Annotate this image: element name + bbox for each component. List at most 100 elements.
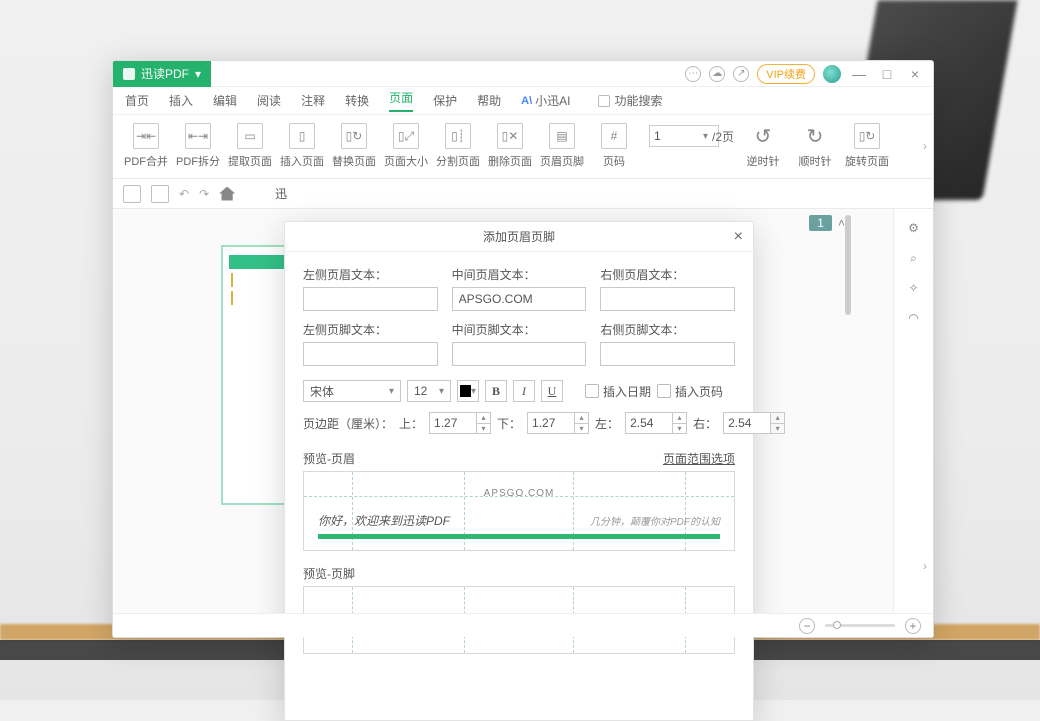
preview-footer-label: 预览-页脚 bbox=[303, 565, 355, 582]
maximize-button[interactable]: □ bbox=[877, 66, 897, 82]
spinner-arrows[interactable]: ▴▾ bbox=[673, 412, 687, 434]
redo-icon[interactable]: ↷ bbox=[199, 187, 209, 201]
ribbon-delete-page[interactable]: ▯✕删除页面 bbox=[487, 123, 533, 169]
page-badge: 1 bbox=[809, 215, 832, 231]
preview-green-bar bbox=[318, 534, 720, 539]
ribbon-merge[interactable]: ⇥⇤PDF合并 bbox=[123, 123, 169, 169]
margin-label: 页边距（厘米）： bbox=[303, 415, 393, 432]
document-viewport: 1 ˄ 添加页眉页脚 × 左侧页眉文本： 中间页眉文本： 右侧页眉文本： bbox=[113, 209, 893, 613]
chevron-down-icon: ▾ bbox=[471, 386, 476, 397]
left-footer-input[interactable] bbox=[303, 342, 438, 366]
ribbon-extract[interactable]: ▭提取页面 bbox=[227, 123, 273, 169]
titlebar: 迅读PDF ▾ ⋯ ☁ ↗ VIP续费 — □ × bbox=[113, 61, 933, 87]
function-search[interactable]: 功能搜索 bbox=[598, 92, 662, 109]
spinner-arrows[interactable]: ▴▾ bbox=[771, 412, 785, 434]
header-footer-dialog: 添加页眉页脚 × 左侧页眉文本： 中间页眉文本： 右侧页眉文本： 左侧页脚文本：… bbox=[284, 221, 754, 721]
tab-page[interactable]: 页面 bbox=[389, 89, 413, 112]
ribbon-more-icon[interactable]: › bbox=[923, 139, 927, 153]
search-icon bbox=[598, 95, 610, 107]
margin-left-input[interactable] bbox=[625, 412, 673, 434]
left-header-input[interactable] bbox=[303, 287, 438, 311]
search-icon[interactable]: ⌕ bbox=[905, 249, 923, 267]
margin-right-input[interactable] bbox=[723, 412, 771, 434]
cloud-icon[interactable]: ☁ bbox=[709, 66, 725, 82]
vertical-scrollbar[interactable] bbox=[843, 209, 853, 613]
dialog-close-button[interactable]: × bbox=[734, 228, 743, 246]
underline-button[interactable]: U bbox=[541, 380, 563, 402]
dropdown-icon[interactable]: ▾ bbox=[703, 131, 708, 142]
margin-top-input[interactable] bbox=[429, 412, 477, 434]
margin-bottom-input[interactable] bbox=[527, 412, 575, 434]
doc-tab-name[interactable]: 迅 bbox=[275, 185, 287, 202]
zoom-slider[interactable] bbox=[825, 624, 895, 627]
chat-icon[interactable]: ⋯ bbox=[685, 66, 701, 82]
tab-protect[interactable]: 保护 bbox=[433, 92, 457, 109]
insert-pagenum-button[interactable]: 插入页码 bbox=[657, 383, 723, 400]
ribbon-page-number[interactable]: #页码 bbox=[591, 123, 637, 169]
page-current-input[interactable] bbox=[649, 125, 719, 147]
brand-dropdown-icon[interactable]: ▾ bbox=[195, 67, 201, 81]
open-icon[interactable] bbox=[123, 185, 141, 203]
close-button[interactable]: × bbox=[905, 66, 925, 82]
brand-tab[interactable]: 迅读PDF ▾ bbox=[113, 61, 211, 87]
ai-button[interactable]: A\小迅AI bbox=[521, 92, 570, 109]
page-indicator: 1 ˄ bbox=[809, 215, 845, 231]
color-picker[interactable]: ▾ bbox=[457, 380, 479, 402]
mid-footer-label: 中间页脚文本： bbox=[452, 321, 587, 338]
app-logo-icon bbox=[123, 68, 135, 80]
settings-icon[interactable]: ⚙ bbox=[905, 219, 923, 237]
save-icon[interactable] bbox=[151, 185, 169, 203]
vip-pill[interactable]: VIP续费 bbox=[757, 64, 815, 84]
page-range-option[interactable]: 页面范围选项 bbox=[663, 450, 735, 467]
page-number-box: ▾ /2页 bbox=[649, 123, 734, 149]
spinner-arrows[interactable]: ▴▾ bbox=[477, 412, 491, 434]
user-avatar[interactable] bbox=[823, 65, 841, 83]
ribbon-split-page[interactable]: ▯┊分割页面 bbox=[435, 123, 481, 169]
brand-name: 迅读PDF bbox=[141, 65, 189, 82]
chevron-down-icon: ▾ bbox=[389, 386, 394, 397]
mid-header-input[interactable] bbox=[452, 287, 587, 311]
spinner-arrows[interactable]: ▴▾ bbox=[575, 412, 589, 434]
zoom-in-button[interactable]: + bbox=[905, 618, 921, 634]
ribbon-split[interactable]: ⇤⇥PDF拆分 bbox=[175, 123, 221, 169]
zoom-out-button[interactable]: − bbox=[799, 618, 815, 634]
ribbon-page-size[interactable]: ▯⤢页面大小 bbox=[383, 123, 429, 169]
preview-header-label: 预览-页眉 bbox=[303, 450, 355, 467]
tab-convert[interactable]: 转换 bbox=[345, 92, 369, 109]
dialog-title: 添加页眉页脚 × bbox=[285, 222, 753, 252]
tab-home[interactable]: 首页 bbox=[125, 92, 149, 109]
ribbon-rotate-cw[interactable]: ↻顺时针 bbox=[792, 123, 838, 169]
right-footer-label: 右侧页脚文本： bbox=[600, 321, 735, 338]
ribbon-header-footer[interactable]: ▤页眉页脚 bbox=[539, 123, 585, 169]
fontsize-select[interactable]: 12▾ bbox=[407, 380, 451, 402]
home-icon[interactable] bbox=[219, 187, 235, 201]
tab-insert[interactable]: 插入 bbox=[169, 92, 193, 109]
preview-welcome: 你好，欢迎来到迅读PDF 几分钟，颠覆你对PDF的认知 bbox=[318, 512, 720, 529]
italic-button[interactable]: I bbox=[513, 380, 535, 402]
right-footer-input[interactable] bbox=[600, 342, 735, 366]
ribbon-replace-page[interactable]: ▯↻替换页面 bbox=[331, 123, 377, 169]
lasso-icon[interactable]: ◠ bbox=[905, 309, 923, 327]
left-header-label: 左侧页眉文本： bbox=[303, 266, 438, 283]
tab-read[interactable]: 阅读 bbox=[257, 92, 281, 109]
page-icon bbox=[657, 384, 671, 398]
minimize-button[interactable]: — bbox=[849, 66, 869, 82]
bold-button[interactable]: B bbox=[485, 380, 507, 402]
sidebar-more-icon[interactable]: › bbox=[923, 559, 927, 573]
insert-date-button[interactable]: 插入日期 bbox=[585, 383, 651, 400]
undo-icon[interactable]: ↶ bbox=[179, 187, 189, 201]
right-sidebar: ⚙ ⌕ ✧ ◠ bbox=[893, 209, 933, 613]
font-select[interactable]: 宋体▾ bbox=[303, 380, 401, 402]
magic-icon[interactable]: ✧ bbox=[905, 279, 923, 297]
mid-footer-input[interactable] bbox=[452, 342, 587, 366]
share-icon[interactable]: ↗ bbox=[733, 66, 749, 82]
mid-header-label: 中间页眉文本： bbox=[452, 266, 587, 283]
ribbon-rotate-ccw[interactable]: ↺逆时针 bbox=[740, 123, 786, 169]
tab-annotate[interactable]: 注释 bbox=[301, 92, 325, 109]
ribbon-insert-page[interactable]: ▯插入页面 bbox=[279, 123, 325, 169]
tab-help[interactable]: 帮助 bbox=[477, 92, 501, 109]
zoom-knob[interactable] bbox=[833, 621, 841, 629]
tab-edit[interactable]: 编辑 bbox=[213, 92, 237, 109]
right-header-input[interactable] bbox=[600, 287, 735, 311]
ribbon-rotate-page[interactable]: ▯↻旋转页面 bbox=[844, 123, 890, 169]
